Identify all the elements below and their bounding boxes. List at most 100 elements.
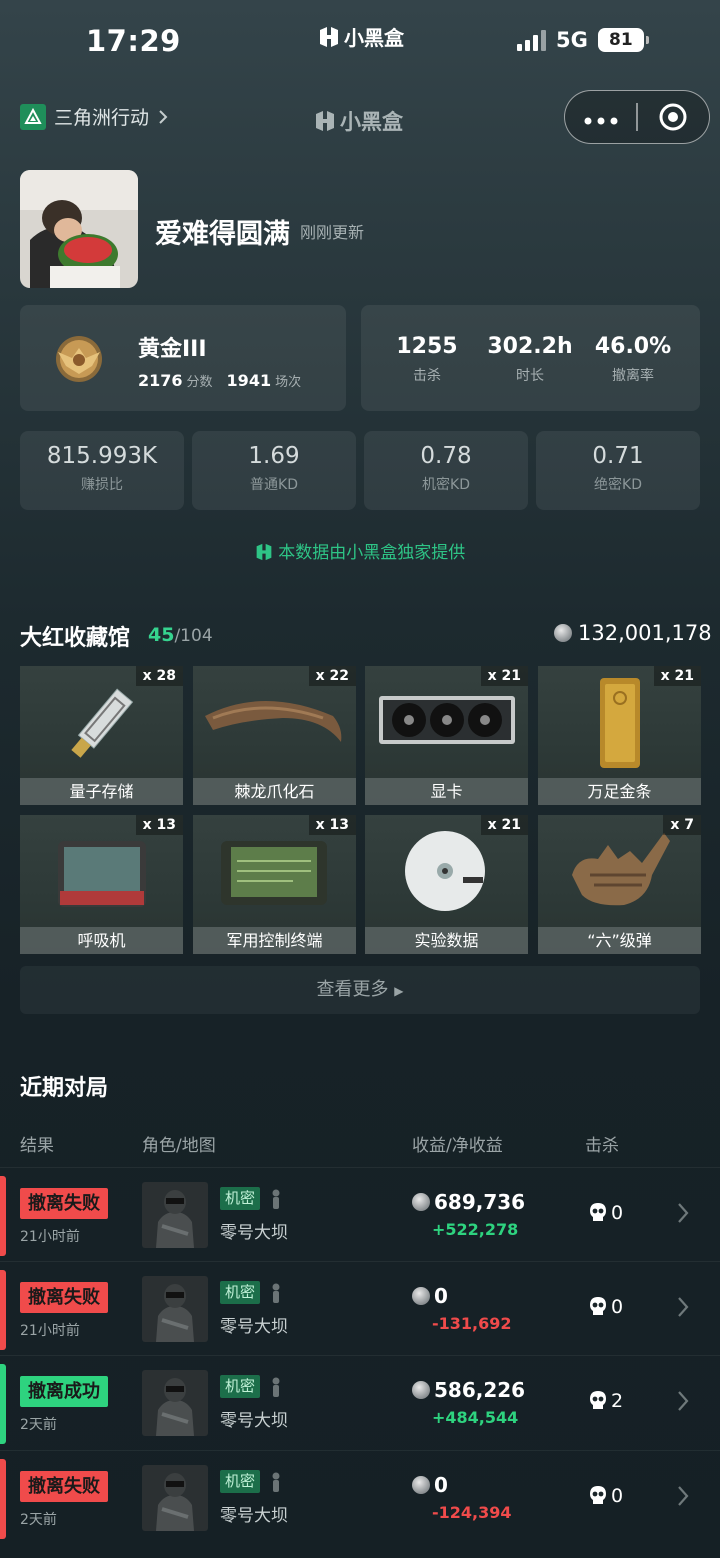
skull-icon bbox=[590, 1297, 606, 1315]
triangle-right-icon: ▶ bbox=[394, 984, 404, 998]
item-name: 军用控制终端 bbox=[193, 927, 356, 954]
item-quantity: x 28 bbox=[135, 666, 183, 686]
mini-stat-topsecret-kd: 0.71 绝密KD bbox=[536, 431, 700, 510]
mini-stat-confidential-kd: 0.78 机密KD bbox=[364, 431, 528, 510]
coin-icon bbox=[554, 624, 572, 642]
collection-item[interactable]: x 22 棘龙爪化石 bbox=[193, 666, 356, 805]
match-earnings: 0 bbox=[412, 1284, 448, 1308]
match-row[interactable]: 撤离成功 2天前 机密 零号大坝 586,226 +484,544 2 bbox=[0, 1355, 720, 1445]
collection-item[interactable]: x 13 军用控制终端 bbox=[193, 815, 356, 954]
stat-playtime: 302.2h 时长 bbox=[475, 334, 585, 385]
stat-label: 击杀 bbox=[413, 368, 441, 384]
item-name: 万足金条 bbox=[538, 778, 701, 805]
username: 爱难得圆满 bbox=[155, 219, 290, 250]
heybox-logo-icon bbox=[256, 543, 272, 561]
chevron-right-icon[interactable] bbox=[676, 1389, 690, 1413]
operator-portrait bbox=[142, 1465, 208, 1531]
close-miniprogram-button[interactable] bbox=[638, 102, 709, 132]
coin-icon bbox=[412, 1476, 430, 1494]
more-dots-icon bbox=[584, 117, 618, 125]
mode-badge: 机密 bbox=[220, 1187, 261, 1210]
rank-score: 2176 bbox=[138, 371, 183, 390]
result-indicator-bar bbox=[0, 1459, 6, 1539]
network-type: 5G bbox=[556, 28, 588, 52]
nav-brand: 小黑盒 bbox=[314, 106, 403, 136]
match-kills: 0 bbox=[589, 1202, 623, 1224]
match-row[interactable]: 撤离失败 21小时前 机密 零号大坝 689,736 +522,278 0 bbox=[0, 1167, 720, 1257]
status-indicators: 5G 81 bbox=[517, 28, 649, 52]
match-result-badge: 撤离成功 bbox=[20, 1376, 108, 1407]
item-quantity: x 21 bbox=[480, 815, 528, 835]
person-icon bbox=[272, 1189, 280, 1209]
item-name: 显卡 bbox=[365, 778, 528, 805]
collection-item[interactable]: x 28 量子存储 bbox=[20, 666, 183, 805]
collection-item[interactable]: x 21 显卡 bbox=[365, 666, 528, 805]
item-name: 实验数据 bbox=[365, 927, 528, 954]
result-indicator-bar bbox=[0, 1364, 6, 1444]
status-time: 17:29 bbox=[86, 24, 181, 58]
see-more-button[interactable]: 查看更多 ▶ bbox=[20, 966, 700, 1014]
net-earnings: -124,394 bbox=[432, 1503, 512, 1522]
status-brand-label: 小黑盒 bbox=[344, 26, 404, 50]
match-time-ago: 21小时前 bbox=[20, 1323, 80, 1339]
coin-icon bbox=[412, 1381, 430, 1399]
status-brand: 小黑盒 bbox=[318, 22, 404, 51]
match-result-badge: 撤离失败 bbox=[20, 1282, 108, 1313]
item-quantity: x 21 bbox=[653, 666, 701, 686]
match-row[interactable]: 撤离失败 21小时前 机密 零号大坝 0 -131,692 0 bbox=[0, 1261, 720, 1351]
column-header-role-map: 角色/地图 bbox=[142, 1136, 216, 1156]
collection-item[interactable]: x 21 实验数据 bbox=[365, 815, 528, 954]
collection-value-amount: 132,001,178 bbox=[578, 621, 712, 645]
game-name: 三角洲行动 bbox=[54, 107, 150, 129]
kills-value: 0 bbox=[611, 1485, 624, 1507]
match-time-ago: 21小时前 bbox=[20, 1229, 80, 1245]
stat-extract-rate: 46.0% 撤离率 bbox=[578, 334, 688, 385]
coin-icon bbox=[412, 1287, 430, 1305]
chevron-right-icon[interactable] bbox=[676, 1484, 690, 1508]
mode-badge: 机密 bbox=[220, 1281, 261, 1304]
mini-stat-profit-ratio: 815.993K 赚损比 bbox=[20, 431, 184, 510]
heybox-logo-icon bbox=[320, 26, 338, 47]
item-quantity: x 13 bbox=[135, 815, 183, 835]
earnings-value: 0 bbox=[434, 1284, 448, 1308]
avatar[interactable] bbox=[20, 170, 138, 288]
person-icon bbox=[272, 1472, 280, 1492]
rank-score-label: 分数 bbox=[186, 375, 213, 390]
column-header-kills: 击杀 bbox=[585, 1136, 619, 1156]
chevron-right-icon bbox=[159, 109, 168, 124]
mini-stat-label: 绝密KD bbox=[594, 477, 642, 493]
column-header-result: 结果 bbox=[20, 1136, 54, 1156]
collection-item[interactable]: x 21 万足金条 bbox=[538, 666, 701, 805]
data-provider-note: 本数据由小黑盒独家提供 bbox=[0, 538, 720, 563]
collection-item[interactable]: x 7 “六”级弹 bbox=[538, 815, 701, 954]
mode-badge: 机密 bbox=[220, 1375, 261, 1398]
stat-value: 1255 bbox=[396, 334, 458, 359]
operator-portrait bbox=[142, 1276, 208, 1342]
match-earnings: 0 bbox=[412, 1473, 448, 1497]
item-quantity: x 21 bbox=[480, 666, 528, 686]
match-row[interactable]: 撤离失败 2天前 机密 零号大坝 0 -124,394 0 bbox=[0, 1450, 720, 1540]
more-options-button[interactable] bbox=[565, 107, 636, 127]
item-quantity: x 7 bbox=[663, 815, 701, 835]
match-earnings: 689,736 bbox=[412, 1190, 525, 1214]
collection-title: 大红收藏馆 bbox=[20, 626, 131, 651]
collection-item[interactable]: x 13 呼吸机 bbox=[20, 815, 183, 954]
mini-stat-label: 机密KD bbox=[422, 477, 470, 493]
avatar-image bbox=[20, 170, 138, 288]
item-name: “六”级弹 bbox=[538, 927, 701, 954]
match-kills: 0 bbox=[589, 1296, 623, 1318]
net-earnings: +484,544 bbox=[432, 1408, 519, 1427]
mini-stat-value: 0.71 bbox=[592, 443, 644, 469]
stat-value: 46.0% bbox=[594, 334, 672, 359]
update-status: 刚刚更新 bbox=[300, 223, 365, 242]
collection-count: 45/104 bbox=[148, 624, 213, 646]
chevron-right-icon[interactable] bbox=[676, 1201, 690, 1225]
stat-kills: 1255 击杀 bbox=[372, 334, 482, 385]
skull-icon bbox=[590, 1203, 606, 1221]
collection-total: /104 bbox=[174, 626, 213, 646]
skull-icon bbox=[590, 1486, 606, 1504]
chevron-right-icon[interactable] bbox=[676, 1295, 690, 1319]
earnings-value: 689,736 bbox=[434, 1190, 526, 1214]
stat-label: 时长 bbox=[516, 368, 544, 384]
game-switcher[interactable]: 三角洲行动 bbox=[20, 103, 169, 130]
